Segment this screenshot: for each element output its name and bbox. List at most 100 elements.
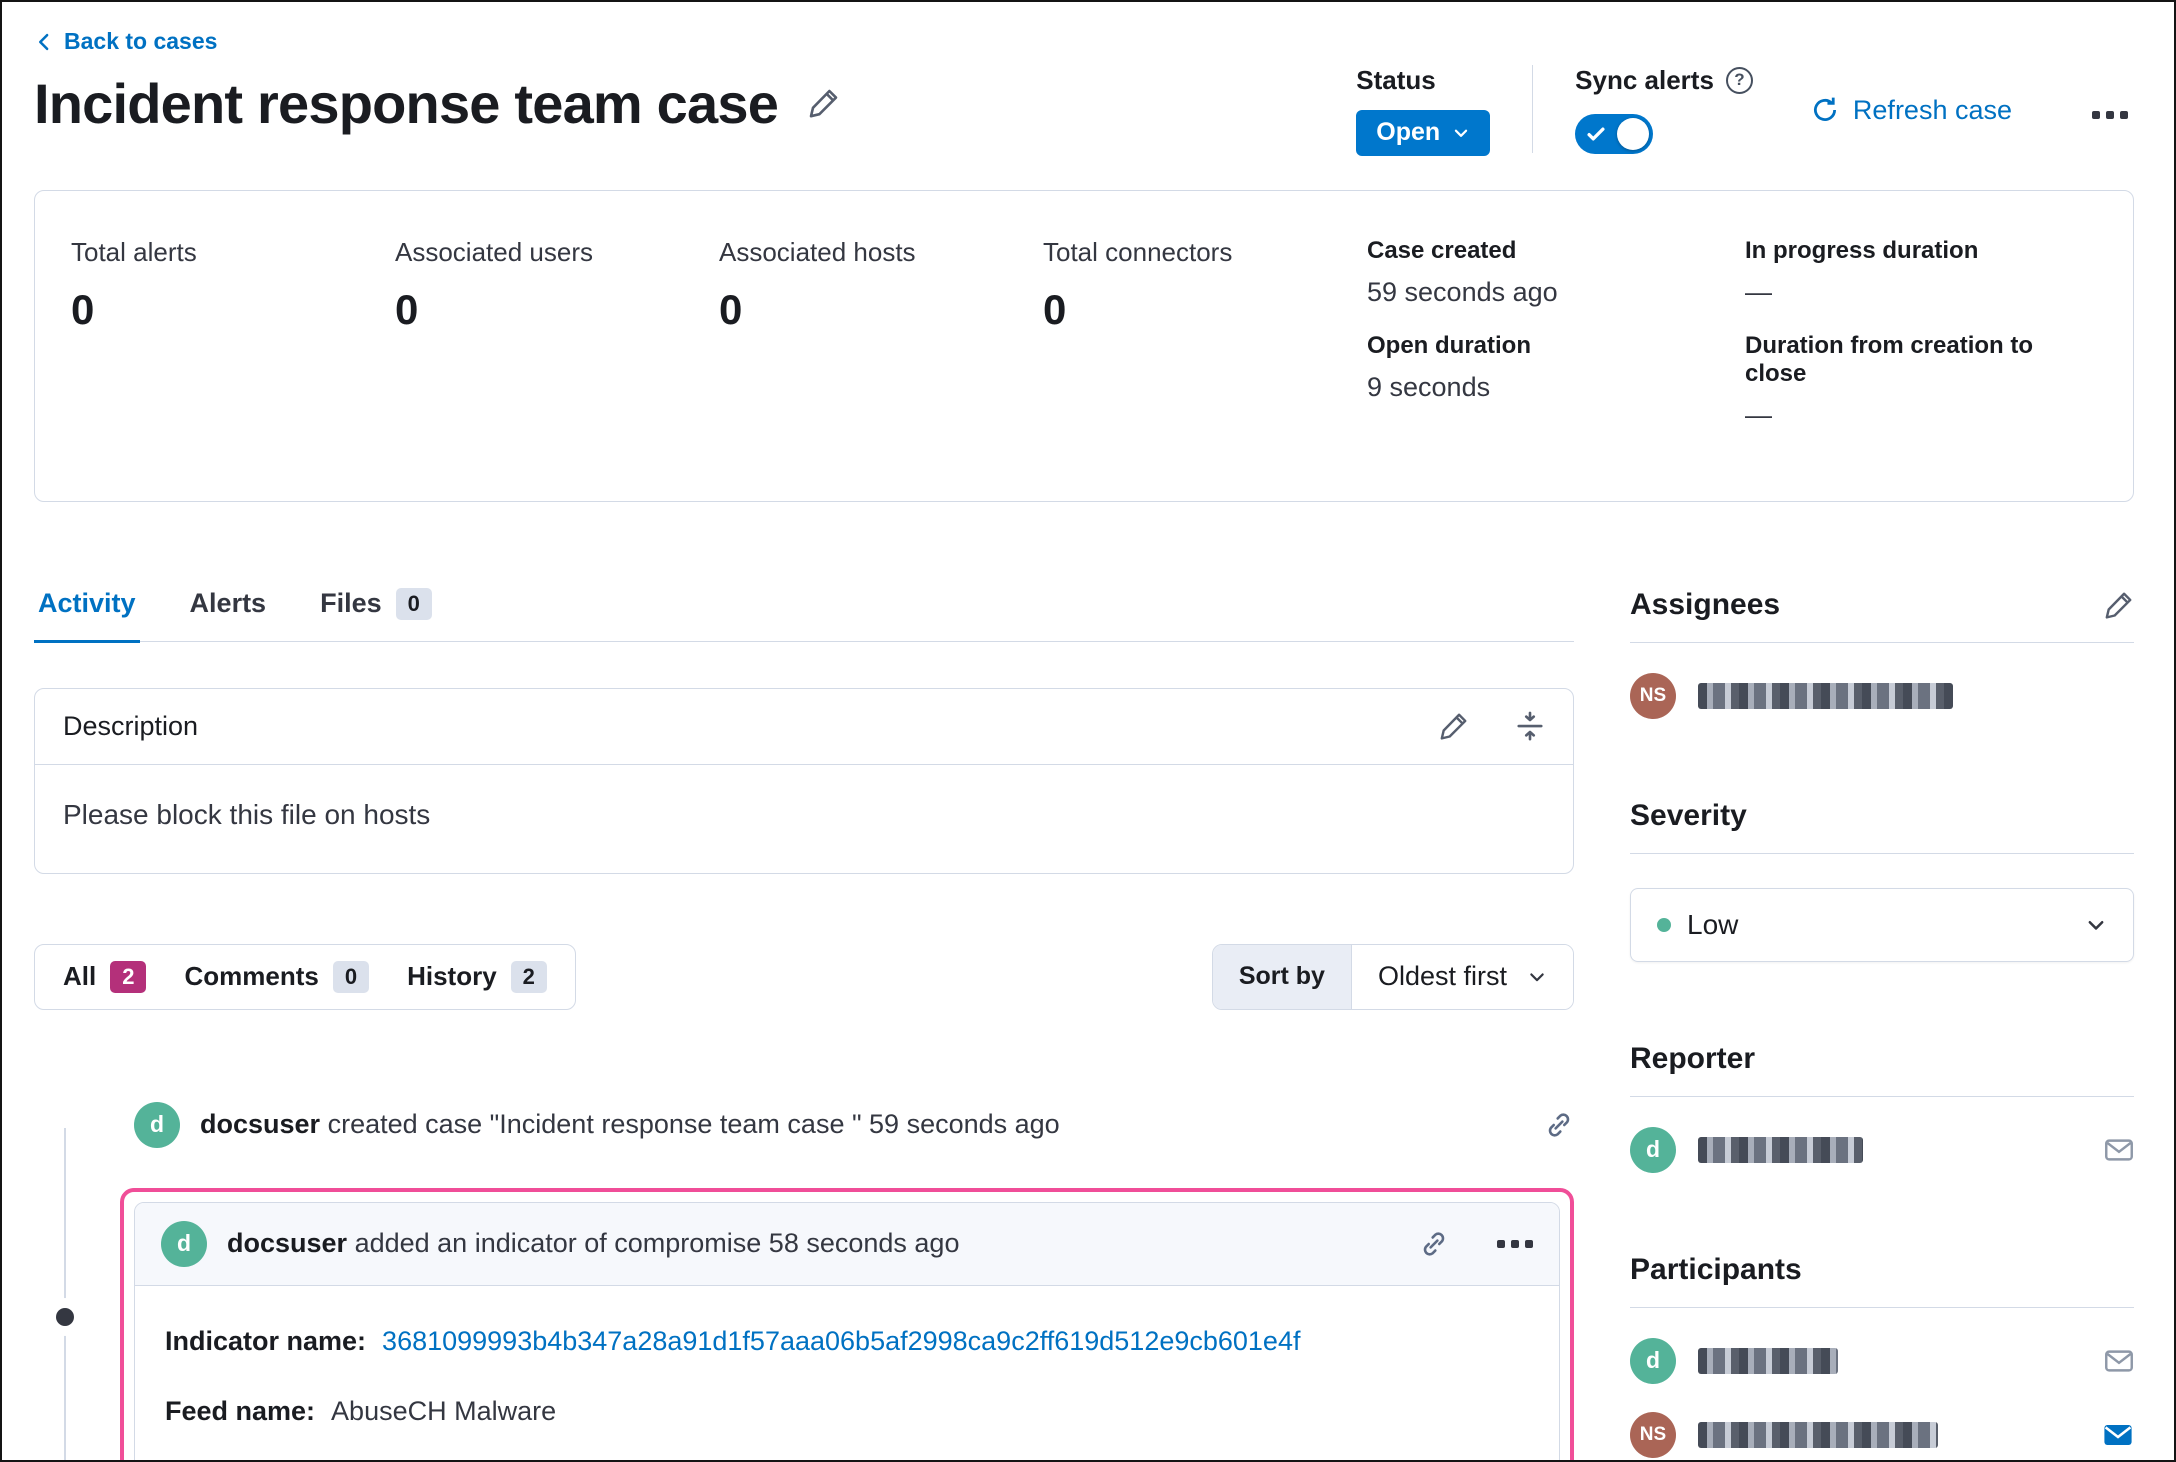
refresh-label: Refresh case (1852, 94, 2012, 125)
files-count-badge: 0 (395, 587, 432, 620)
sync-group: Sync alerts ? (1575, 65, 1753, 154)
severity-title: Severity (1630, 798, 1747, 832)
email-participant-button[interactable] (2104, 1346, 2134, 1376)
description-title: Description (63, 710, 199, 741)
close-duration-label: Duration from creation to close (1745, 331, 2034, 387)
severity-low-dot-icon (1657, 917, 1671, 932)
redacted-name (1698, 1421, 1938, 1448)
field-label: Feed name: (165, 1395, 316, 1426)
close-duration-value: — (1745, 399, 1772, 430)
tab-label: Alerts (189, 588, 267, 619)
redacted-name (1698, 1136, 1863, 1163)
sort-order-select[interactable]: Oldest first (1351, 944, 1573, 1009)
stat-value: 0 (395, 285, 419, 333)
timeline-dot-icon (56, 1308, 74, 1327)
status-value: Open (1376, 118, 1441, 146)
copy-link-button[interactable] (1419, 1229, 1449, 1259)
edit-title-button[interactable] (808, 87, 840, 119)
description-header: Description (35, 689, 1573, 765)
assignee-row: NS (1630, 672, 2134, 719)
activity-column: Activity Alerts Files 0 Description Plea… (34, 587, 1574, 1460)
severity-selected: Low (1657, 909, 1738, 941)
event-description: created case "Incident response team cas… (327, 1109, 1060, 1140)
indicator-name-field: Indicator name: 3681099993b4b347a28a91d1… (165, 1324, 1529, 1358)
refresh-case-button[interactable]: Refresh case (1811, 95, 2012, 126)
tab-label: Files (320, 588, 382, 619)
filter-label: History (407, 961, 497, 992)
case-created-value: 59 seconds ago (1367, 276, 1558, 307)
status-dropdown-button[interactable]: Open (1356, 109, 1491, 156)
page-title: Incident response team case (34, 71, 779, 135)
indicator-name-link[interactable]: 3681099993b4b347a28a91d1f57aaa06b5af2998… (382, 1324, 1300, 1358)
in-progress-label: In progress duration (1745, 236, 1979, 264)
redacted-name (1698, 1347, 1838, 1374)
avatar: d (134, 1101, 180, 1148)
email-participant-button[interactable] (2102, 1419, 2134, 1451)
chevron-down-icon (1527, 967, 1547, 987)
tab-activity[interactable]: Activity (34, 588, 140, 643)
assignees-title: Assignees (1630, 587, 1781, 621)
reporter-title: Reporter (1630, 1041, 1756, 1075)
avatar: d (161, 1220, 207, 1267)
filter-label: All (63, 961, 97, 992)
tab-alerts[interactable]: Alerts (186, 588, 271, 643)
filter-comments[interactable]: Comments 0 (184, 960, 370, 994)
assignees-section: Assignees NS (1630, 588, 2134, 719)
tab-label: Activity (38, 588, 136, 619)
collapse-description-button[interactable] (1515, 711, 1545, 741)
help-icon[interactable]: ? (1725, 66, 1753, 94)
filter-history[interactable]: History 2 (407, 960, 547, 994)
sort-by-label: Sort by (1212, 944, 1352, 1009)
open-duration-label: Open duration (1367, 331, 1531, 359)
tab-files[interactable]: Files 0 (316, 587, 436, 643)
edit-description-button[interactable] (1439, 711, 1469, 741)
status-label: Status (1356, 64, 1436, 95)
severity-value: Low (1687, 908, 1739, 940)
avatar: d (1630, 1126, 1676, 1173)
stat-total-alerts: Total alerts 0 (71, 237, 395, 455)
case-sidebar: Assignees NS Severity Low Reporter d Par… (1630, 588, 2134, 1461)
copy-link-button[interactable] (1544, 1110, 1574, 1140)
comment-header: d docsuser added an indicator of comprom… (135, 1202, 1559, 1286)
comment-actions (1419, 1229, 1533, 1259)
reporter-row: d (1630, 1126, 2134, 1173)
collapse-icon (1515, 711, 1545, 741)
reporter-section: Reporter d (1630, 1042, 2134, 1173)
progress-duration-column: In progress duration — Duration from cre… (1745, 237, 2097, 455)
case-actions-button[interactable] (2086, 101, 2134, 128)
participants-header: Participants (1630, 1253, 2134, 1308)
indicator-details: Indicator name: 3681099993b4b347a28a91d1… (135, 1286, 1559, 1460)
indicator-comment-panel: d docsuser added an indicator of comprom… (134, 1201, 1560, 1460)
in-progress-value: — (1745, 276, 1772, 307)
participants-title: Participants (1630, 1252, 1802, 1286)
edit-assignees-button[interactable] (2104, 590, 2134, 620)
stat-label: Associated users (395, 236, 593, 267)
assignees-header: Assignees (1630, 588, 2134, 643)
main-area: Activity Alerts Files 0 Description Plea… (34, 587, 2134, 1461)
participant-row: d (1630, 1337, 2134, 1384)
description-body: Please block this file on hosts (63, 798, 431, 830)
back-to-cases-link[interactable]: Back to cases (34, 28, 217, 55)
envelope-icon (2104, 1135, 2134, 1165)
event-username: docsuser (227, 1228, 348, 1259)
refresh-icon (1811, 96, 1839, 124)
severity-select[interactable]: Low (1630, 887, 2134, 962)
filter-all[interactable]: All 2 (63, 960, 147, 994)
stat-associated-hosts: Associated hosts 0 (719, 237, 1043, 455)
stat-label: Associated hosts (719, 236, 916, 267)
case-created-label: Case created (1367, 236, 1517, 264)
header-row: Incident response team case Status Open (34, 57, 2134, 156)
stat-value: 0 (1043, 285, 1067, 333)
severity-section: Severity Low (1630, 799, 2134, 962)
ellipsis-icon (1497, 1239, 1533, 1248)
activity-filter-group: All 2 Comments 0 History 2 (34, 943, 576, 1010)
pencil-icon (808, 87, 840, 119)
sync-alerts-toggle[interactable] (1575, 113, 1654, 154)
stat-label: Total alerts (71, 236, 197, 267)
case-tabs: Activity Alerts Files 0 (34, 587, 1574, 643)
email-reporter-button[interactable] (2104, 1135, 2134, 1165)
envelope-icon (2102, 1419, 2134, 1451)
description-panel: Description Please block this file on ho… (34, 687, 1574, 874)
comment-actions-button[interactable] (1497, 1239, 1533, 1248)
envelope-icon (2104, 1346, 2134, 1376)
